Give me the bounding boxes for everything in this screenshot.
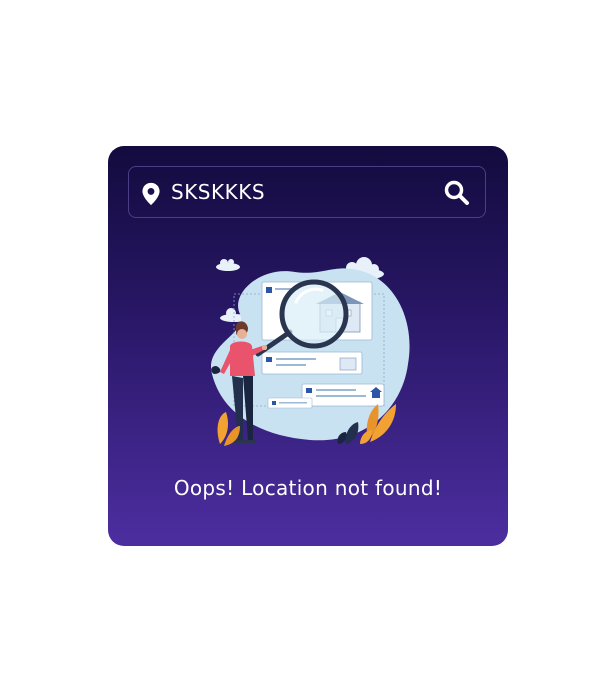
- city-search-input[interactable]: [171, 175, 431, 209]
- search-icon: [444, 180, 469, 205]
- search-button[interactable]: [443, 179, 471, 207]
- not-found-illustration: [211, 257, 410, 446]
- search-bar: [128, 166, 486, 218]
- not-found-message: Oops! Location not found!: [173, 476, 443, 500]
- weather-card: Oops! Location not found!: [108, 146, 508, 546]
- location-pin-icon: [142, 182, 160, 206]
